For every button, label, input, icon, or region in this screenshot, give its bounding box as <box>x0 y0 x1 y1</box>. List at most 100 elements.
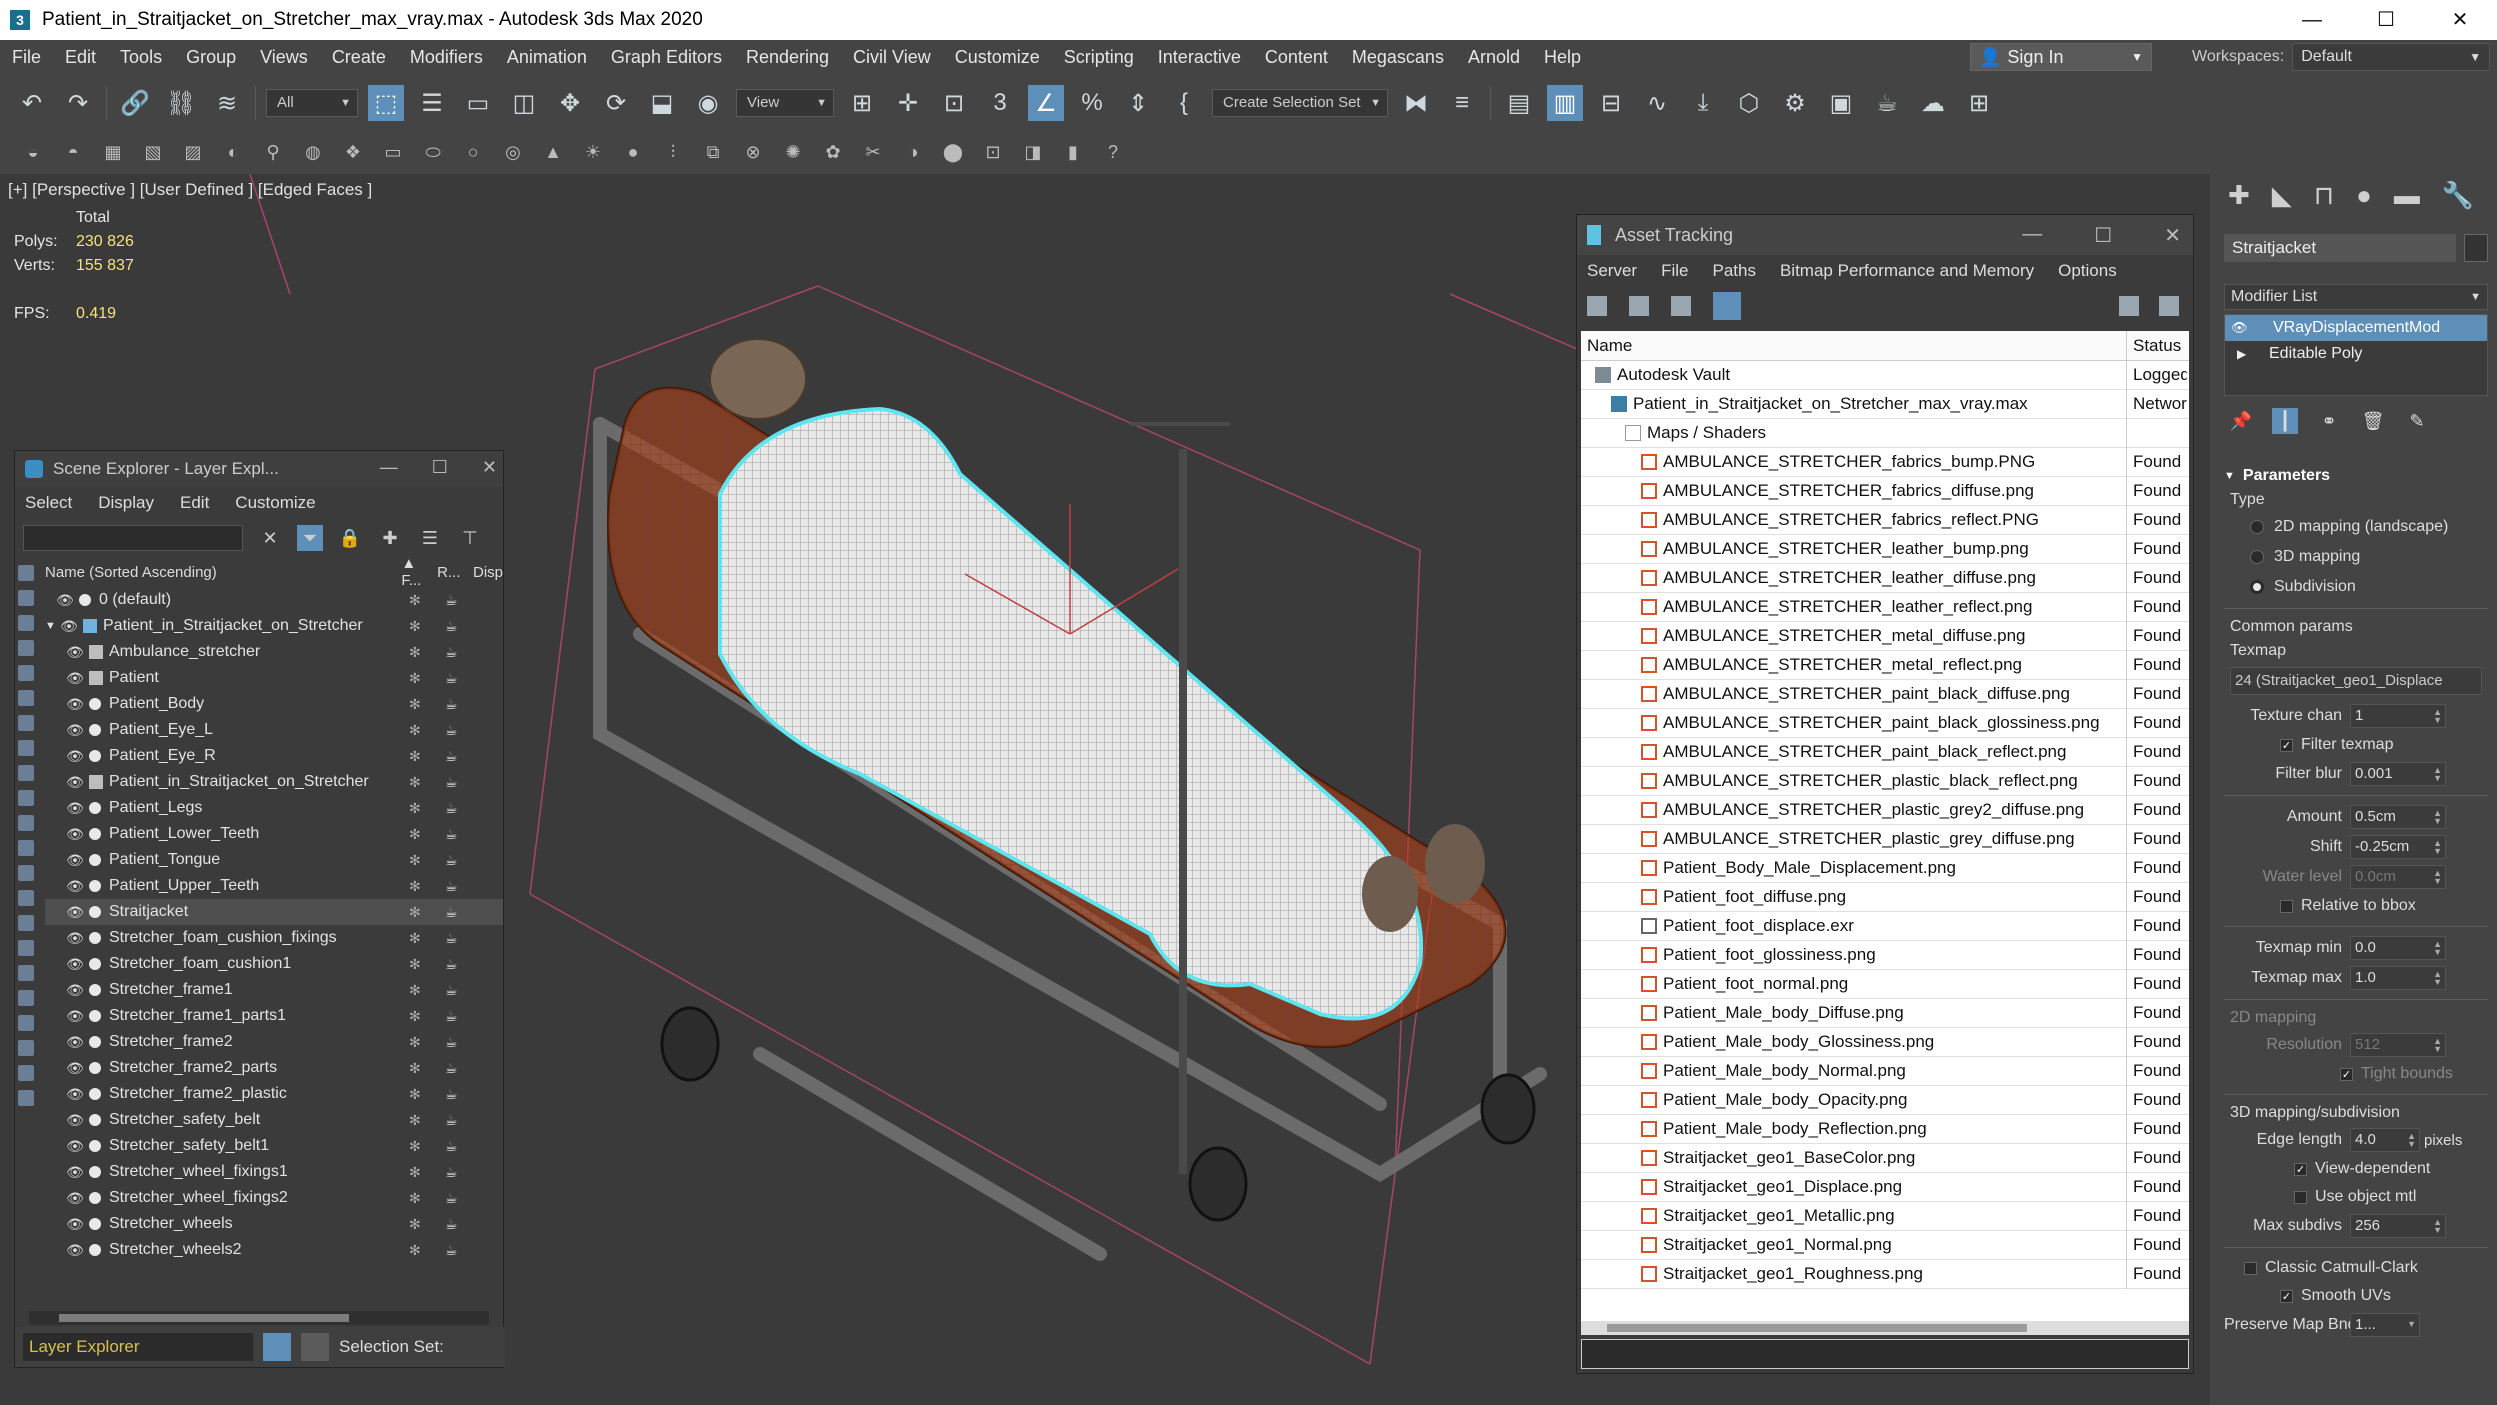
undo-icon[interactable]: ↶ <box>14 85 50 121</box>
vray-spot-icon[interactable]: ▲ <box>540 139 566 165</box>
hierarchy-tab-icon[interactable]: ⊓ <box>2314 180 2334 211</box>
asset-row[interactable]: Straitjacket_geo1_BaseColor.png Found <box>1581 1143 2189 1173</box>
renderable-toggle-icon[interactable]: ☕ <box>445 852 458 869</box>
select-by-name-icon[interactable]: ☰ <box>414 85 450 121</box>
freeze-toggle-icon[interactable]: ✻ <box>409 1190 421 1207</box>
filter-toggle-icon[interactable] <box>18 865 34 881</box>
unlink-icon[interactable]: ⛓ <box>163 85 199 121</box>
visibility-eye-icon[interactable]: 👁 <box>65 800 85 817</box>
se-menu-customize[interactable]: Customize <box>235 493 315 513</box>
renderable-toggle-icon[interactable]: ☕ <box>445 930 458 947</box>
visibility-eye-icon[interactable]: 👁 <box>65 904 85 921</box>
layers-toggle-icon[interactable] <box>263 1333 291 1361</box>
amount-spinner[interactable]: 0.5cm ▲ ▼ <box>2350 805 2446 829</box>
vray-proxy-icon[interactable]: ▧ <box>140 139 166 165</box>
tree-row[interactable]: 👁 Straitjacket ✻ ☕ <box>45 899 503 925</box>
layers-icon[interactable]: ☰ <box>417 525 443 551</box>
freeze-toggle-icon[interactable]: ✻ <box>409 774 421 791</box>
renderable-toggle-icon[interactable]: ☕ <box>445 592 458 609</box>
visibility-eye-icon[interactable]: 👁 <box>65 1086 85 1103</box>
renderable-toggle-icon[interactable]: ☕ <box>445 1060 458 1077</box>
asset-row[interactable]: AMBULANCE_STRETCHER_leather_reflect.png F… <box>1581 592 2189 622</box>
freeze-toggle-icon[interactable]: ✻ <box>409 982 421 999</box>
vray-clipper-icon[interactable]: ✂ <box>860 139 886 165</box>
at-menu-server[interactable]: Server <box>1587 261 1637 281</box>
minimize-button[interactable]: — <box>2275 0 2349 40</box>
tree-row[interactable]: 👁 Patient_in_Straitjacket_on_Stretcher ✻ ☕ <box>45 769 503 795</box>
filter-toggle-icon[interactable] <box>18 940 34 956</box>
renderable-toggle-icon[interactable]: ☕ <box>445 1164 458 1181</box>
filter-toggle-icon[interactable] <box>18 690 34 706</box>
menu-customize[interactable]: Customize <box>943 47 1052 68</box>
select-manipulate-icon[interactable]: ✛ <box>890 85 926 121</box>
max-subdivs-spinner[interactable]: 256 ▲ ▼ <box>2350 1214 2446 1238</box>
column-name[interactable]: Name (Sorted Ascending) <box>45 564 401 581</box>
freeze-toggle-icon[interactable]: ✻ <box>409 618 421 635</box>
select-object-icon[interactable]: ⬚ <box>368 85 404 121</box>
visibility-eye-icon[interactable]: 👁 <box>65 1164 85 1181</box>
vray-physical-camera-icon[interactable]: ▦ <box>100 139 126 165</box>
filter-toggle-icon[interactable] <box>18 715 34 731</box>
menu-tools[interactable]: Tools <box>108 47 174 68</box>
vray-sphere-icon[interactable]: ▭ <box>380 139 406 165</box>
filter-toggle-icon[interactable] <box>18 1065 34 1081</box>
se-menu-display[interactable]: Display <box>98 493 154 513</box>
renderable-toggle-icon[interactable]: ☕ <box>445 956 458 973</box>
freeze-toggle-icon[interactable]: ✻ <box>409 1060 421 1077</box>
se-menu-select[interactable]: Select <box>25 493 72 513</box>
viewport-label[interactable]: [+] [Perspective ] [User Defined ] [Edge… <box>8 180 372 200</box>
spinner-snap-icon[interactable]: ⇕ <box>1120 85 1156 121</box>
spinner-arrows-icon[interactable]: ▲ ▼ <box>2433 839 2442 856</box>
modify-tab-icon[interactable]: ◣ <box>2272 180 2292 211</box>
resolution-spinner[interactable]: 512 ▲ ▼ <box>2350 1033 2446 1057</box>
column-status[interactable]: Status <box>2127 331 2181 360</box>
vray-dome-icon[interactable]: ◓ <box>60 139 86 165</box>
checkin-icon[interactable] <box>1671 296 1691 316</box>
tree-row[interactable]: 👁 0 (default) ✻ ☕ <box>45 587 503 613</box>
tight-bounds-checkbox[interactable]: ✓ Tight bounds <box>2224 1060 2488 1088</box>
asset-row[interactable]: Patient_Male_body_Glossiness.png Found <box>1581 1027 2189 1057</box>
render-production-icon[interactable]: ☕ <box>1869 85 1905 121</box>
filter-toggle-icon[interactable] <box>18 590 34 606</box>
filter-toggle-icon[interactable] <box>18 615 34 631</box>
rotate-icon[interactable]: ⟳ <box>598 85 634 121</box>
asset-row[interactable]: Patient_Male_body_Reflection.png Found <box>1581 1114 2189 1144</box>
visibility-eye-icon[interactable]: 👁 <box>65 1242 85 1259</box>
renderable-toggle-icon[interactable]: ☕ <box>445 1242 458 1259</box>
asset-row[interactable]: Straitjacket_geo1_Displace.png Found <box>1581 1172 2189 1202</box>
object-name-field[interactable]: Straitjacket <box>2224 234 2456 262</box>
parameters-header[interactable]: ▼ Parameters <box>2224 464 2488 488</box>
freeze-toggle-icon[interactable]: ✻ <box>409 748 421 765</box>
close-button[interactable]: ✕ <box>2164 223 2181 248</box>
freeze-toggle-icon[interactable]: ✻ <box>409 670 421 687</box>
explorer-type-dropdown[interactable]: Layer Explorer <box>23 1333 253 1361</box>
place-icon[interactable]: ◉ <box>690 85 726 121</box>
align-icon[interactable]: ≡ <box>1444 85 1480 121</box>
menu-arnold[interactable]: Arnold <box>1456 47 1532 68</box>
tree-row[interactable]: 👁 Stretcher_foam_cushion1 ✻ ☕ <box>45 951 503 977</box>
renderable-toggle-icon[interactable]: ☕ <box>445 1008 458 1025</box>
maximize-button[interactable]: ☐ <box>432 457 448 478</box>
freeze-toggle-icon[interactable]: ✻ <box>409 592 421 609</box>
filter-toggle-icon[interactable] <box>18 790 34 806</box>
angle-snap-icon[interactable]: ∠ <box>1028 85 1064 121</box>
horizontal-scrollbar[interactable] <box>1581 1321 2189 1335</box>
filter-toggle-icon[interactable] <box>18 965 34 981</box>
at-menu-file[interactable]: File <box>1661 261 1688 281</box>
menu-group[interactable]: Group <box>174 47 248 68</box>
freeze-toggle-icon[interactable]: ✻ <box>409 722 421 739</box>
visibility-eye-icon[interactable]: 👁 <box>65 1190 85 1207</box>
visibility-eye-icon[interactable]: 👁 <box>65 670 85 687</box>
visibility-eye-icon[interactable]: 👁 <box>65 1216 85 1233</box>
selection-filter-dropdown[interactable]: All ▼ <box>266 89 358 117</box>
tree-row[interactable]: 👁 Patient_Tongue ✻ ☕ <box>45 847 503 873</box>
rendered-frame-window-icon[interactable]: ▣ <box>1823 85 1859 121</box>
filter-toggle-icon[interactable] <box>18 565 34 581</box>
freeze-toggle-icon[interactable]: ✻ <box>409 1164 421 1181</box>
utilities-tab-icon[interactable]: 🔧 <box>2442 180 2474 211</box>
tree-row[interactable]: 👁 Stretcher_wheel_fixings2 ✻ ☕ <box>45 1185 503 1211</box>
hierarchy-icon[interactable]: ⊤ <box>457 525 483 551</box>
renderable-toggle-icon[interactable]: ☕ <box>445 1086 458 1103</box>
freeze-toggle-icon[interactable]: ✻ <box>409 1138 421 1155</box>
visibility-eye-icon[interactable]: 👁 <box>65 748 85 765</box>
